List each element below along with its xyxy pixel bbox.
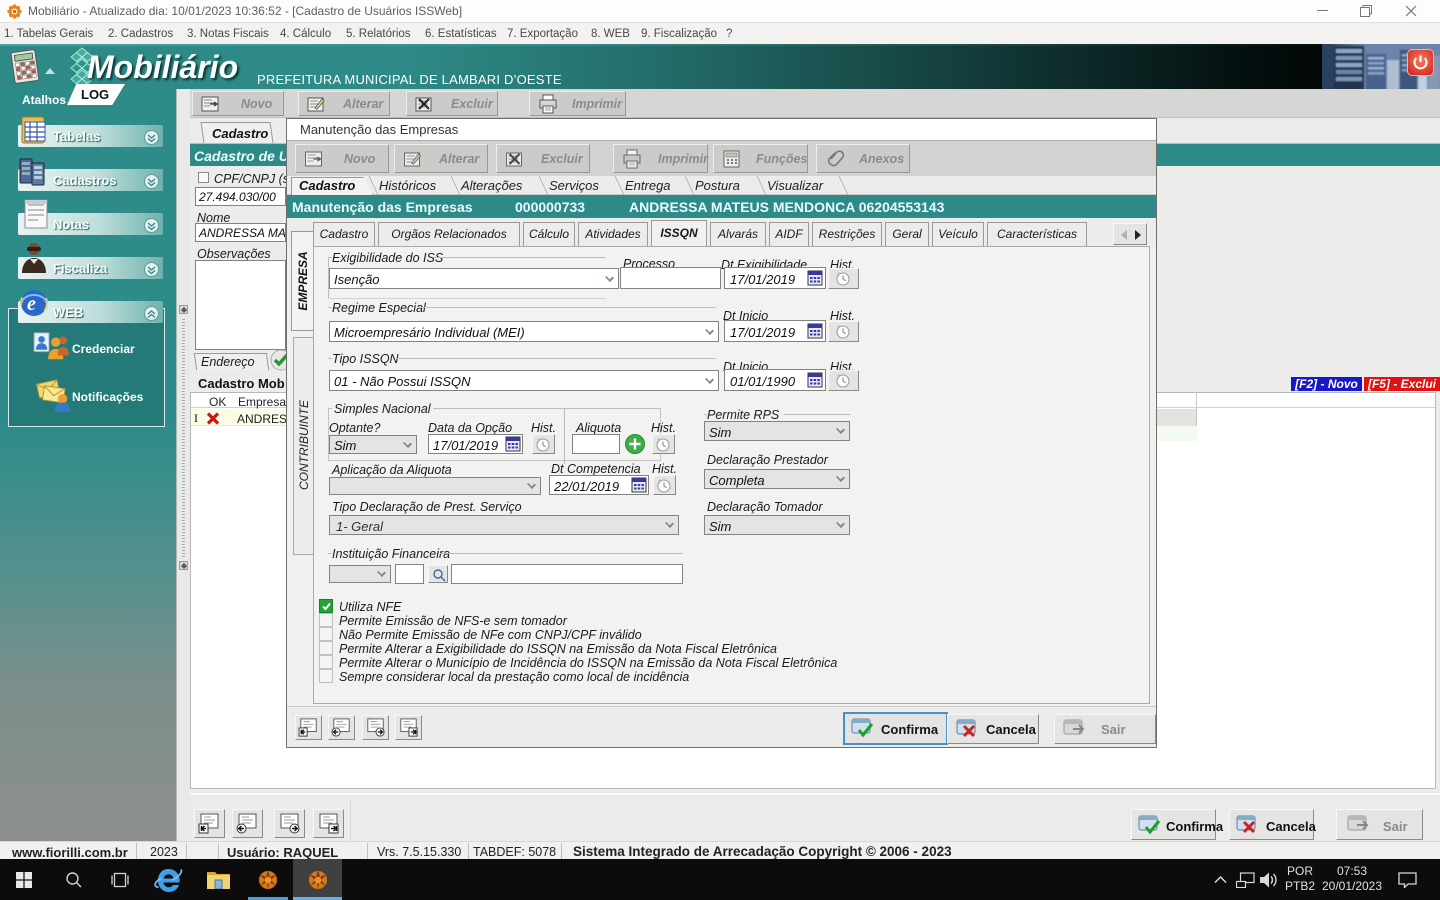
svg-text:e: e [27, 293, 36, 315]
